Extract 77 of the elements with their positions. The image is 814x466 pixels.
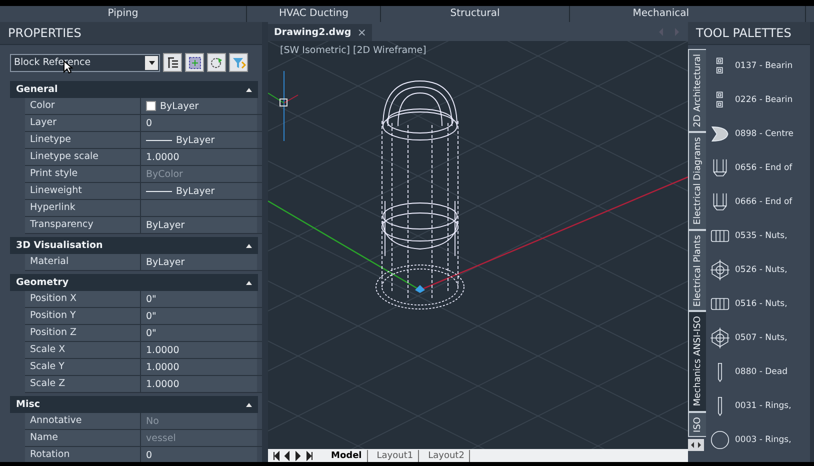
palette-tab[interactable]: Electrical Plants — [688, 230, 706, 312]
property-label: Linetype — [25, 132, 141, 148]
object-type-dropdown[interactable]: Block Reference — [10, 54, 160, 72]
palette-item[interactable]: 0003 - Rings, — [735, 435, 792, 445]
section-header[interactable]: 3D Visualisation — [10, 237, 258, 254]
palette-item[interactable]: 0507 - Nuts, — [735, 333, 788, 343]
property-label: Scale Y — [25, 359, 141, 375]
property-value[interactable]: ByLayer — [141, 254, 257, 270]
layout-tab[interactable]: Model — [326, 450, 368, 462]
layout-tab[interactable]: Layout2 — [423, 450, 470, 462]
property-label: Annotative — [25, 413, 141, 429]
close-tab-button[interactable]: × — [357, 26, 366, 39]
property-value[interactable]: ByLayer — [141, 98, 257, 114]
property-label: Rotation — [25, 447, 141, 462]
property-value[interactable]: ByLayer — [141, 183, 257, 199]
property-label: Position X — [25, 291, 141, 307]
property-value[interactable]: 0" — [141, 308, 257, 324]
property-value[interactable]: 0 — [141, 115, 257, 131]
property-label: Lineweight — [25, 183, 141, 199]
quick-select-icon — [210, 56, 224, 70]
palette-tab[interactable]: 2D Architectural — [688, 49, 706, 132]
property-label: Color — [25, 98, 141, 114]
part-icon[interactable] — [709, 327, 731, 349]
property-value[interactable]: 0" — [141, 291, 257, 307]
property-label: Position Z — [25, 325, 141, 341]
panel-title: TOOL PALETTES — [688, 22, 810, 45]
more-tabs-icon[interactable] — [688, 439, 704, 452]
property-label: Hyperlink — [25, 200, 141, 216]
line-sample-icon — [146, 190, 172, 192]
palette-tab[interactable]: ISO — [688, 412, 706, 438]
property-label: Print style — [25, 166, 141, 182]
property-value[interactable]: 1.0000 — [141, 359, 257, 375]
part-icon[interactable] — [709, 259, 731, 281]
section-header[interactable]: General — [10, 81, 258, 98]
palette-item[interactable]: 0880 - Dead — [735, 367, 788, 377]
palette-item[interactable]: 0898 - Centre — [735, 129, 794, 139]
palette-item[interactable]: 0031 - Rings, — [735, 401, 792, 411]
palette-item[interactable]: 0526 - Nuts, — [735, 265, 788, 275]
property-value[interactable]: 0" — [141, 325, 257, 341]
property-label: Position Y — [25, 308, 141, 324]
palette-item[interactable]: 0226 - Bearin — [735, 95, 793, 105]
viewport-label[interactable]: [SW Isometric] [2D Wireframe] — [280, 45, 426, 56]
part-icon[interactable] — [709, 429, 731, 451]
palette-item[interactable]: 0535 - Nuts, — [735, 231, 788, 241]
palette-item[interactable]: 0516 - Nuts, — [735, 299, 788, 309]
palette-tab[interactable]: Mechanics ANSI-ISO — [688, 311, 706, 412]
property-label: Linetype scale — [25, 149, 141, 165]
property-value[interactable]: ByLayer — [141, 132, 257, 148]
layout-tab[interactable]: Layout1 — [372, 450, 420, 462]
property-label: Name — [25, 430, 141, 446]
palette-item[interactable]: 0137 - Bearin — [735, 61, 793, 71]
section-header[interactable]: Misc — [10, 396, 258, 413]
filter-icon — [232, 56, 246, 70]
toggle-pickadd-button[interactable] — [163, 53, 182, 72]
property-label: Scale Z — [25, 376, 141, 392]
property-label: Layer — [25, 115, 141, 131]
quick-select-button[interactable] — [207, 53, 226, 72]
property-value[interactable]: 1.0000 — [141, 376, 257, 392]
property-value[interactable]: 0 — [141, 447, 257, 462]
select-objects-button[interactable] — [185, 53, 204, 72]
select-objects-icon — [188, 56, 202, 70]
list-icon — [166, 56, 180, 70]
palette-item[interactable]: 0666 - End of — [735, 197, 792, 207]
property-value[interactable]: ByLayer — [141, 217, 257, 233]
ucs-icon — [268, 70, 298, 142]
palette-item[interactable]: 0656 - End of — [735, 163, 792, 173]
property-value[interactable]: 1.0000 — [141, 149, 257, 165]
grip-icon[interactable] — [415, 285, 425, 293]
property-label: Material — [25, 254, 141, 270]
property-value[interactable]: 1.0000 — [141, 342, 257, 358]
color-swatch-icon — [146, 101, 156, 111]
property-label: Transparency — [25, 217, 141, 233]
property-label: Scale X — [25, 342, 141, 358]
palette-tab[interactable]: Electrical Diagrams — [688, 132, 706, 230]
section-header[interactable]: Geometry — [10, 274, 258, 291]
document-tab[interactable]: Drawing2.dwg × — [268, 24, 372, 41]
panel-title: PROPERTIES — [0, 22, 262, 45]
